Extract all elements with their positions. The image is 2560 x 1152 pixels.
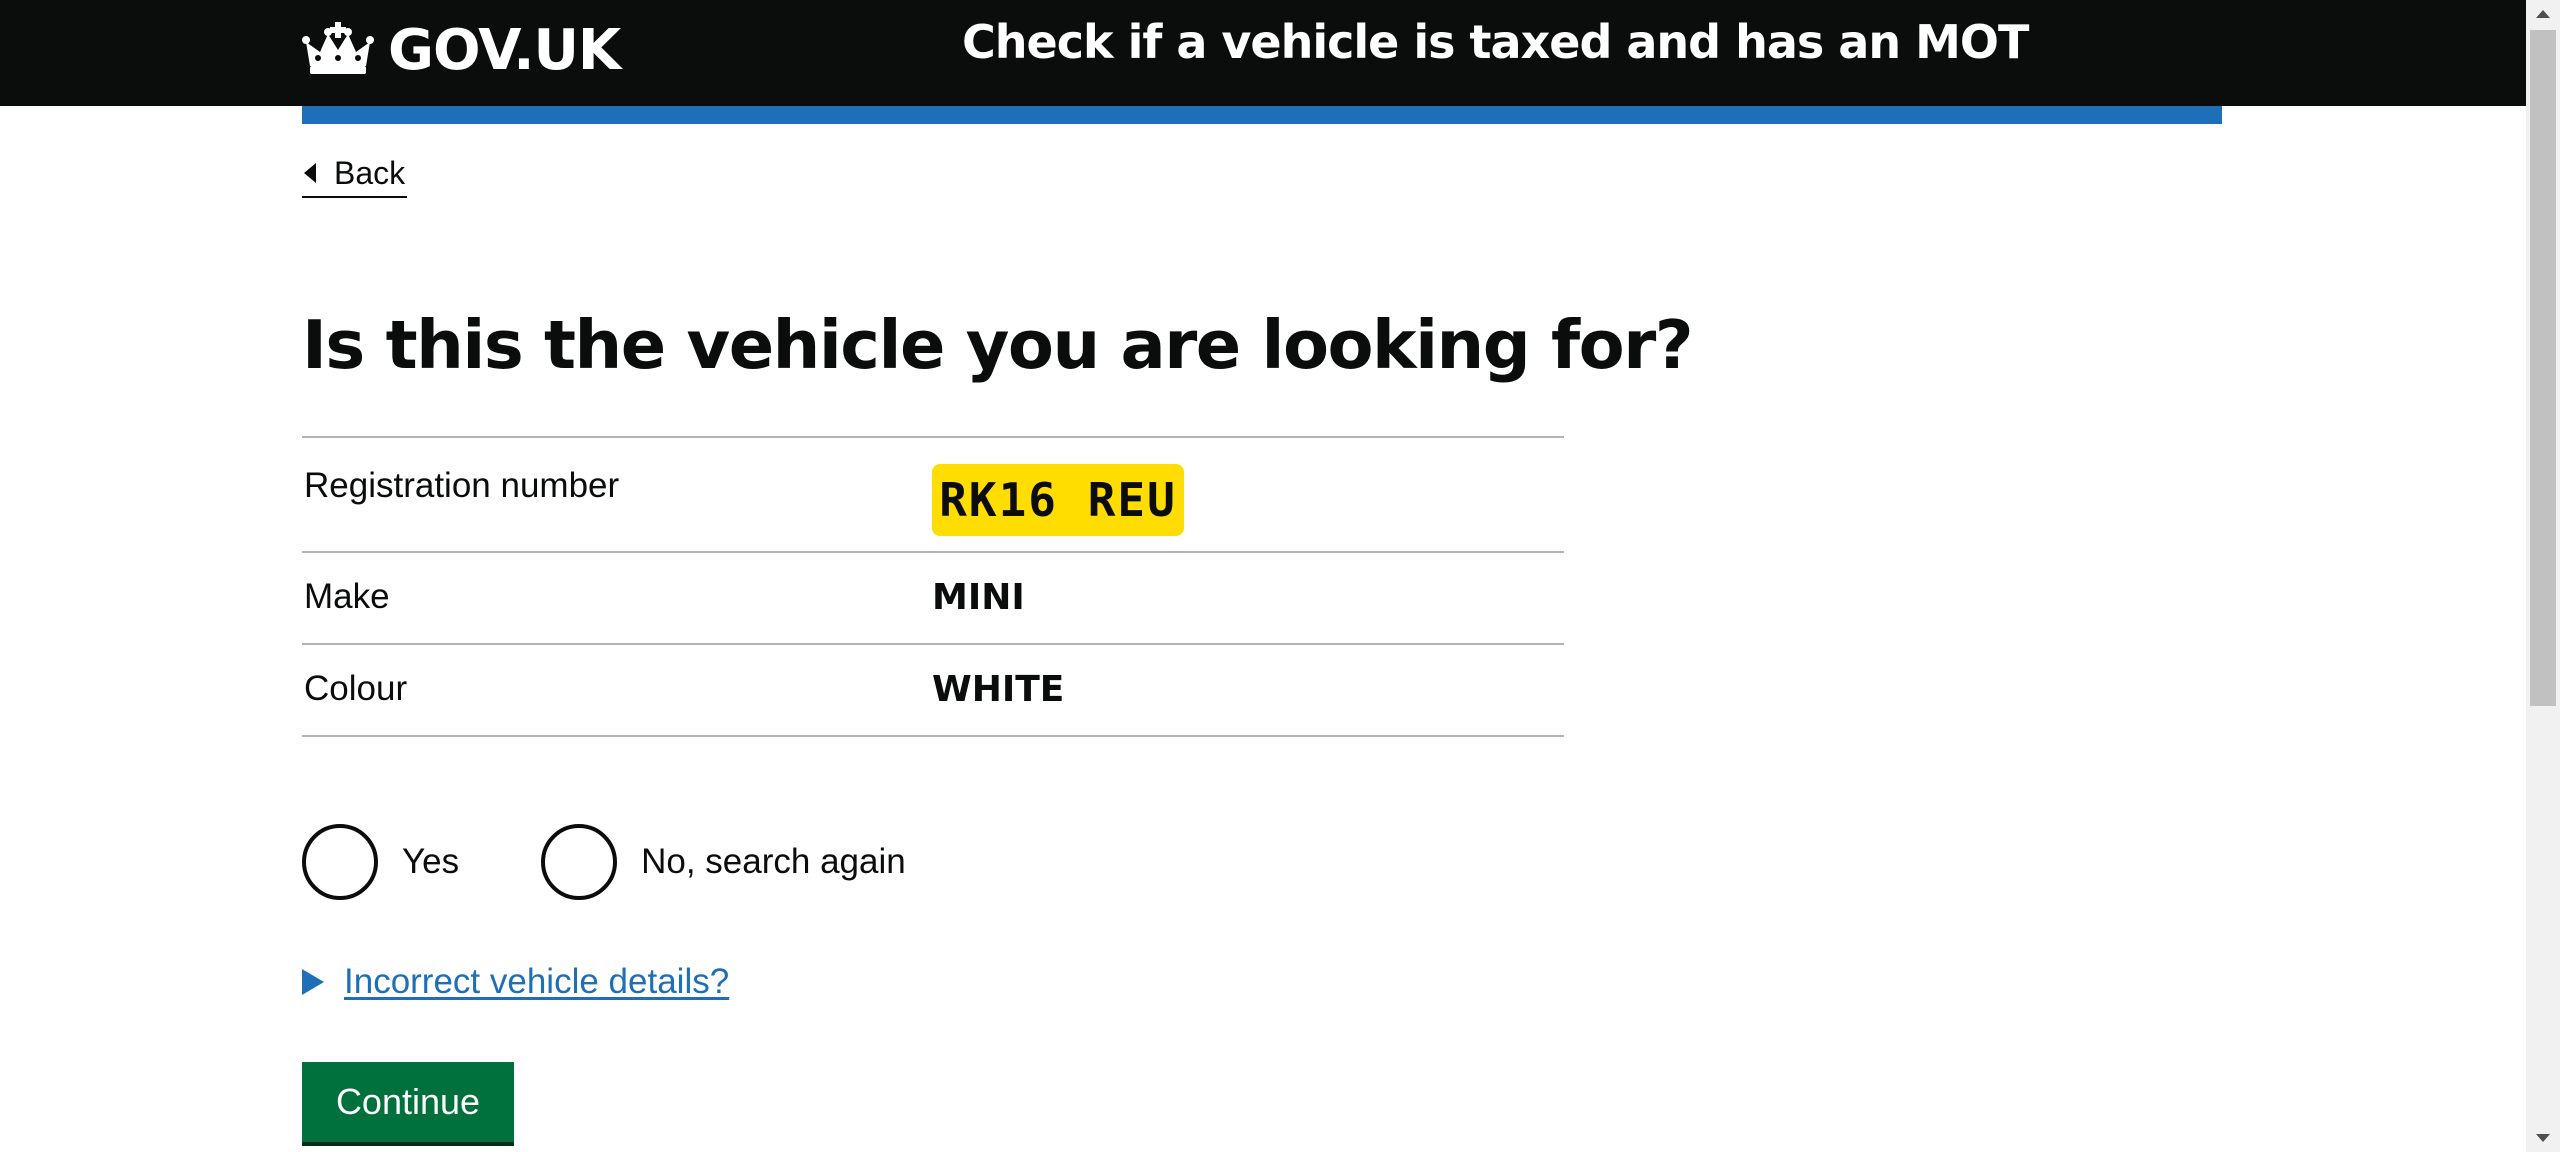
header-blue-bar xyxy=(302,106,2222,124)
radio-no[interactable]: No, search again xyxy=(541,824,906,900)
summary-row-registration: Registration number RK16 REU xyxy=(302,438,1564,553)
summary-row-make: Make MINI xyxy=(302,553,1564,645)
vehicle-summary-list: Registration number RK16 REU Make MINI C… xyxy=(302,436,1564,737)
colour-key: Colour xyxy=(304,669,408,708)
service-name-link[interactable]: Check if a vehicle is taxed and has an M… xyxy=(962,10,2029,74)
radio-yes-label[interactable]: Yes xyxy=(402,842,459,882)
confirm-vehicle-radios: Yes No, search again xyxy=(302,824,988,900)
radio-yes-input[interactable] xyxy=(302,824,378,900)
scrollbar-thumb[interactable] xyxy=(2530,30,2556,706)
number-plate: RK16 REU xyxy=(932,464,1184,536)
radio-yes[interactable]: Yes xyxy=(302,824,459,900)
crown-icon xyxy=(302,22,374,74)
registration-key: Registration number xyxy=(304,466,620,505)
summary-row-colour: Colour WHITE xyxy=(302,645,1564,737)
radio-no-input[interactable] xyxy=(541,824,618,900)
make-value: MINI xyxy=(932,577,1025,618)
logo-text: GOV.UK xyxy=(388,17,621,83)
radio-no-label[interactable]: No, search again xyxy=(641,842,906,882)
scroll-down-arrow-icon[interactable] xyxy=(2536,1134,2550,1142)
back-link-label: Back xyxy=(334,154,406,191)
continue-button[interactable]: Continue xyxy=(302,1062,514,1142)
scroll-up-arrow-icon[interactable] xyxy=(2536,10,2550,18)
make-key: Make xyxy=(304,577,390,616)
site-header: GOV.UK Check if a vehicle is taxed and h… xyxy=(0,0,2526,106)
colour-value: WHITE xyxy=(932,669,1065,710)
incorrect-details-summary[interactable]: Incorrect vehicle details? xyxy=(344,962,729,1002)
triangle-right-icon xyxy=(302,969,324,995)
vertical-scrollbar[interactable] xyxy=(2526,0,2560,1152)
triangle-left-icon xyxy=(304,163,316,183)
page-title: Is this the vehicle you are looking for? xyxy=(302,306,1694,384)
incorrect-details-toggle[interactable]: Incorrect vehicle details? xyxy=(302,962,729,1002)
back-link[interactable]: Back xyxy=(302,150,408,198)
govuk-logo-link[interactable]: GOV.UK xyxy=(302,17,621,83)
